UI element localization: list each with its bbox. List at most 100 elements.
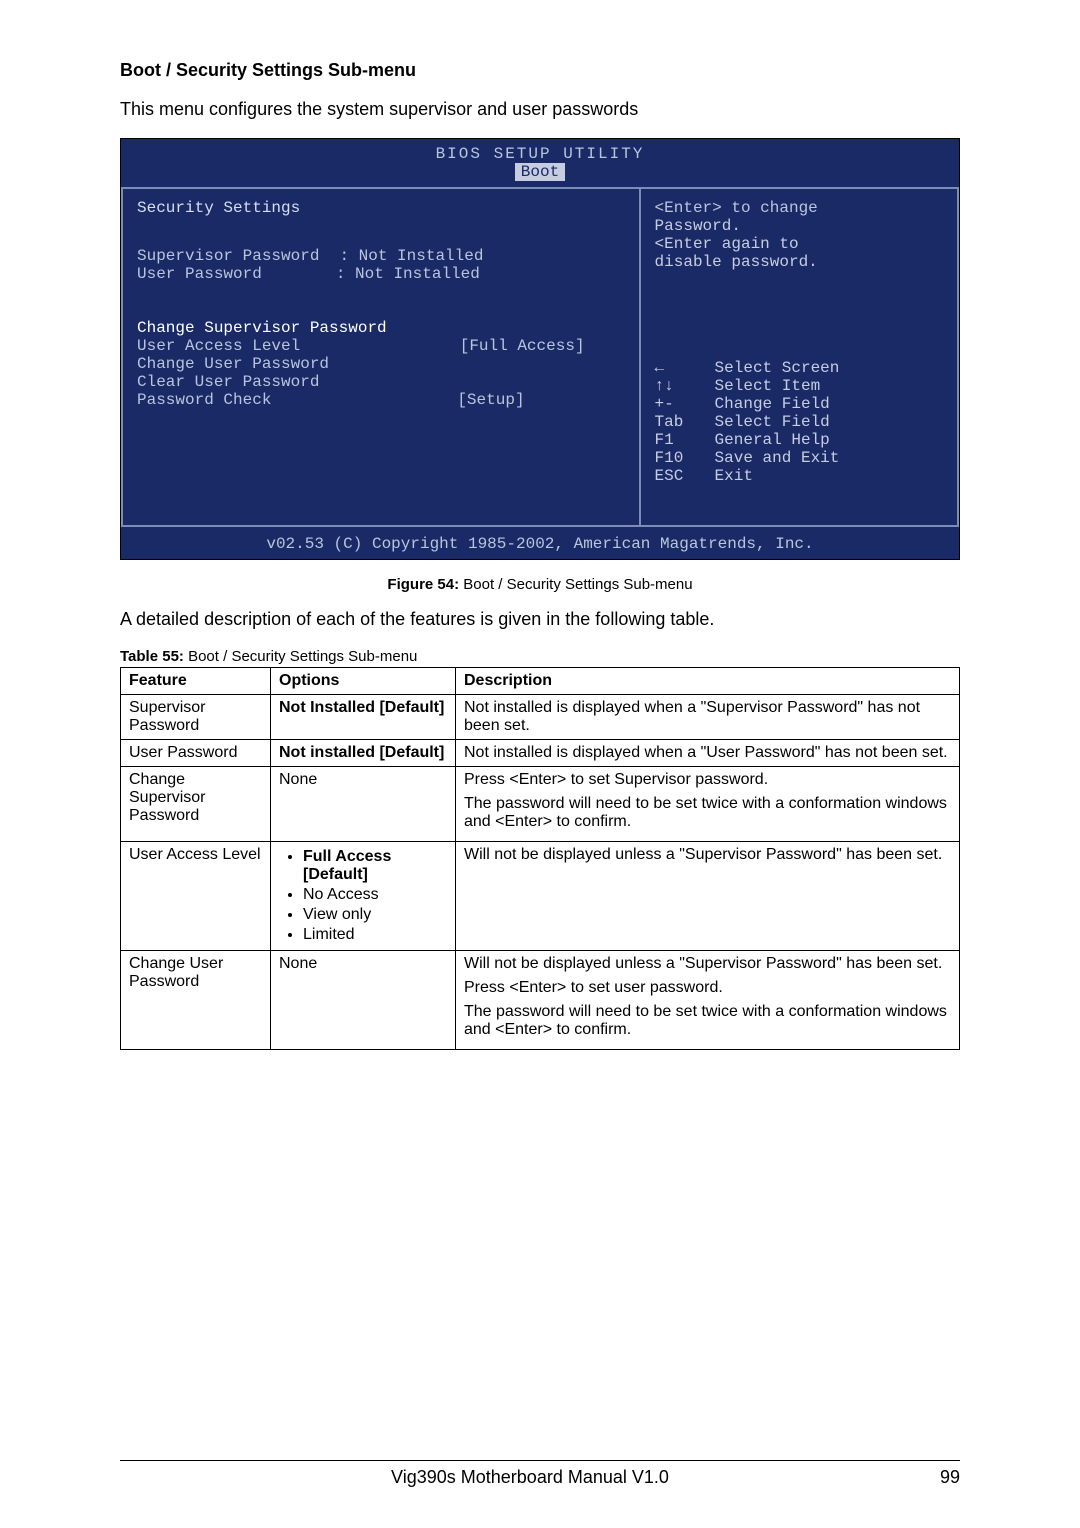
table-row: Supervisor Password Not Installed [Defau… [121, 695, 960, 740]
nav-key: ← [655, 359, 715, 377]
change-user-item[interactable]: Change User Password [137, 355, 625, 373]
nav-key: +- [655, 395, 715, 413]
figure-caption-label: Figure 54: [387, 576, 459, 593]
bios-nav-block: ←Select Screen ↑↓Select Item +-Change Fi… [655, 359, 943, 485]
nav-key: ↑↓ [655, 377, 715, 395]
help-line-1: <Enter> to change [655, 199, 943, 217]
nav-line: ↑↓Select Item [655, 377, 943, 395]
cell-feature: Change User Password [121, 951, 271, 1050]
clear-user-item[interactable]: Clear User Password [137, 373, 625, 391]
intro-text: This menu configures the system supervis… [120, 99, 960, 120]
th-description: Description [456, 668, 960, 695]
change-supervisor-item[interactable]: Change Supervisor Password [137, 319, 625, 337]
table-row: User Access Level Full Access [Default] … [121, 842, 960, 951]
cell-desc: Press <Enter> to set Supervisor password… [456, 767, 960, 842]
cell-options: Full Access [Default] No Access View onl… [271, 842, 456, 951]
bios-section-title: Security Settings [137, 199, 625, 217]
bios-left-pane: Security Settings Supervisor Password : … [121, 187, 641, 527]
nav-line: F1General Help [655, 431, 943, 449]
nav-key: F1 [655, 431, 715, 449]
footer-center: Vig390s Motherboard Manual V1.0 [391, 1467, 669, 1488]
table-caption: Table 55: Boot / Security Settings Sub-m… [120, 648, 960, 665]
cell-options: Not installed [Default] [271, 740, 456, 767]
th-feature: Feature [121, 668, 271, 695]
list-item: No Access [303, 886, 447, 904]
cell-desc: Not installed is displayed when a "User … [456, 740, 960, 767]
table-caption-text: Boot / Security Settings Sub-menu [184, 648, 417, 665]
bios-tab-boot: Boot [515, 163, 565, 181]
section-title: Boot / Security Settings Sub-menu [120, 60, 960, 81]
list-item: Full Access [Default] [303, 848, 447, 884]
cell-desc: Not installed is displayed when a "Super… [456, 695, 960, 740]
bios-body: Security Settings Supervisor Password : … [121, 185, 959, 527]
th-options: Options [271, 668, 456, 695]
help-line-3: <Enter again to [655, 235, 943, 253]
bios-header-title: BIOS SETUP UTILITY [436, 145, 645, 163]
nav-label: Select Screen [715, 359, 840, 377]
table-caption-label: Table 55: [120, 648, 184, 665]
list-item: View only [303, 906, 447, 924]
help-line-2: Password. [655, 217, 943, 235]
nav-line: TabSelect Field [655, 413, 943, 431]
nav-key: ESC [655, 467, 715, 485]
user-access-label: User Access Level [137, 337, 300, 355]
supervisor-value: : Not Installed [319, 247, 624, 265]
footer-page-number: 99 [940, 1467, 960, 1488]
nav-label: Save and Exit [715, 449, 840, 467]
user-access-row[interactable]: User Access Level [Full Access] [137, 337, 625, 355]
bios-help-block: <Enter> to change Password. <Enter again… [655, 199, 943, 271]
table-row: Change User Password None Will not be di… [121, 951, 960, 1050]
nav-line: F10Save and Exit [655, 449, 943, 467]
nav-label: Select Item [715, 377, 821, 395]
nav-label: Select Field [715, 413, 830, 431]
cell-options: Not Installed [Default] [271, 695, 456, 740]
bios-footer: v02.53 (C) Copyright 1985-2002, American… [121, 527, 959, 559]
bios-row-user: User Password : Not Installed [137, 265, 625, 283]
user-value: : Not Installed [262, 265, 625, 283]
nav-key: Tab [655, 413, 715, 431]
feature-table: Feature Options Description Supervisor P… [120, 667, 960, 1050]
figure-caption-text: Boot / Security Settings Sub-menu [459, 576, 692, 593]
opt-bold: Not installed [Default] [279, 744, 444, 761]
password-check-label: Password Check [137, 391, 271, 409]
desc-p1: Will not be displayed unless a "Supervis… [464, 955, 951, 973]
bios-tab-row: Boot [121, 163, 959, 185]
cell-feature: User Password [121, 740, 271, 767]
nav-label: Exit [715, 467, 753, 485]
password-check-row[interactable]: Password Check [Setup] [137, 391, 625, 409]
supervisor-label: Supervisor Password [137, 247, 319, 265]
nav-line: ESCExit [655, 467, 943, 485]
bios-right-pane: <Enter> to change Password. <Enter again… [641, 187, 959, 527]
desc-p2: The password will need to be set twice w… [464, 795, 951, 831]
bios-screenshot: BIOS SETUP UTILITY Boot Security Setting… [120, 138, 960, 560]
cell-feature: Supervisor Password [121, 695, 271, 740]
table-row: User Password Not installed [Default] No… [121, 740, 960, 767]
user-access-value: [Full Access] [460, 337, 625, 355]
opt-bold: Not Installed [Default] [279, 699, 444, 716]
bios-row-supervisor: Supervisor Password : Not Installed [137, 247, 625, 265]
desc-p1: Press <Enter> to set Supervisor password… [464, 771, 951, 789]
opt-bold: Full Access [Default] [303, 848, 391, 883]
table-row: Change Supervisor Password None Press <E… [121, 767, 960, 842]
nav-label: General Help [715, 431, 830, 449]
page-footer: Vig390s Motherboard Manual V1.0 99 [120, 1460, 960, 1488]
help-line-4: disable password. [655, 253, 943, 271]
table-header-row: Feature Options Description [121, 668, 960, 695]
list-item: Limited [303, 926, 447, 944]
figure-caption: Figure 54: Boot / Security Settings Sub-… [120, 576, 960, 593]
nav-label: Change Field [715, 395, 830, 413]
cell-desc: Will not be displayed unless a "Supervis… [456, 842, 960, 951]
cell-feature: Change Supervisor Password [121, 767, 271, 842]
nav-key: F10 [655, 449, 715, 467]
desc-p2: Press <Enter> to set user password. [464, 979, 951, 997]
cell-feature: User Access Level [121, 842, 271, 951]
cell-desc: Will not be displayed unless a "Supervis… [456, 951, 960, 1050]
user-label: User Password [137, 265, 262, 283]
description-text: A detailed description of each of the fe… [120, 609, 960, 630]
nav-line: ←Select Screen [655, 359, 943, 377]
password-check-value: [Setup] [457, 391, 624, 409]
cell-options: None [271, 767, 456, 842]
bios-header: BIOS SETUP UTILITY [121, 139, 959, 163]
desc-p3: The password will need to be set twice w… [464, 1003, 951, 1039]
cell-options: None [271, 951, 456, 1050]
